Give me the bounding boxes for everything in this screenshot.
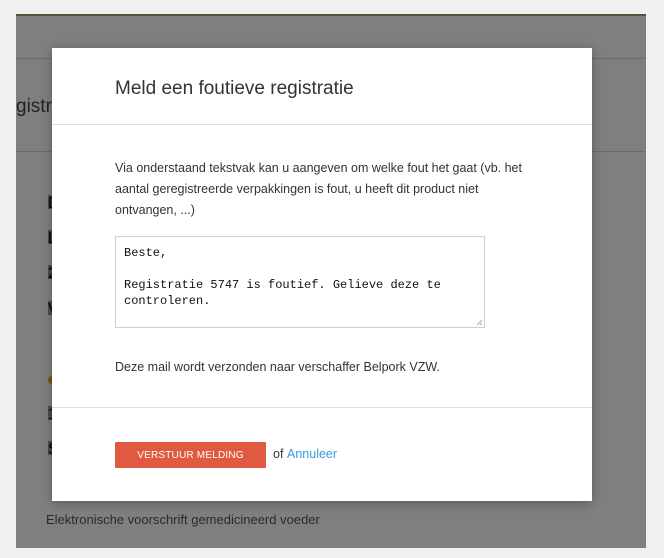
resize-grip-icon[interactable] <box>475 318 483 326</box>
backdrop-edge <box>0 14 16 548</box>
submit-report-button[interactable]: VERSTUUR MELDING <box>115 442 266 468</box>
backdrop-edge <box>0 548 664 558</box>
backdrop-edge <box>646 14 664 548</box>
screen: gistra D L 2 V 1 S Elektronische voorsch… <box>0 0 664 558</box>
modal-title: Meld een foutieve registratie <box>115 78 354 99</box>
modal-description: Via onderstaand tekstvak kan u aangeven … <box>115 161 522 217</box>
recipient-note: Deze mail wordt verzonden naar verschaff… <box>115 360 440 374</box>
backdrop-edge <box>0 0 664 14</box>
report-error-modal: Meld een foutieve registratie Via onders… <box>52 48 592 501</box>
cancel-link[interactable]: Annuleer <box>287 447 337 461</box>
modal-footer-divider <box>52 407 592 408</box>
modal-header: Meld een foutieve registratie <box>52 48 592 125</box>
message-textarea[interactable]: Beste, Registratie 5747 is foutief. Geli… <box>115 236 485 328</box>
or-label: of <box>273 447 284 461</box>
